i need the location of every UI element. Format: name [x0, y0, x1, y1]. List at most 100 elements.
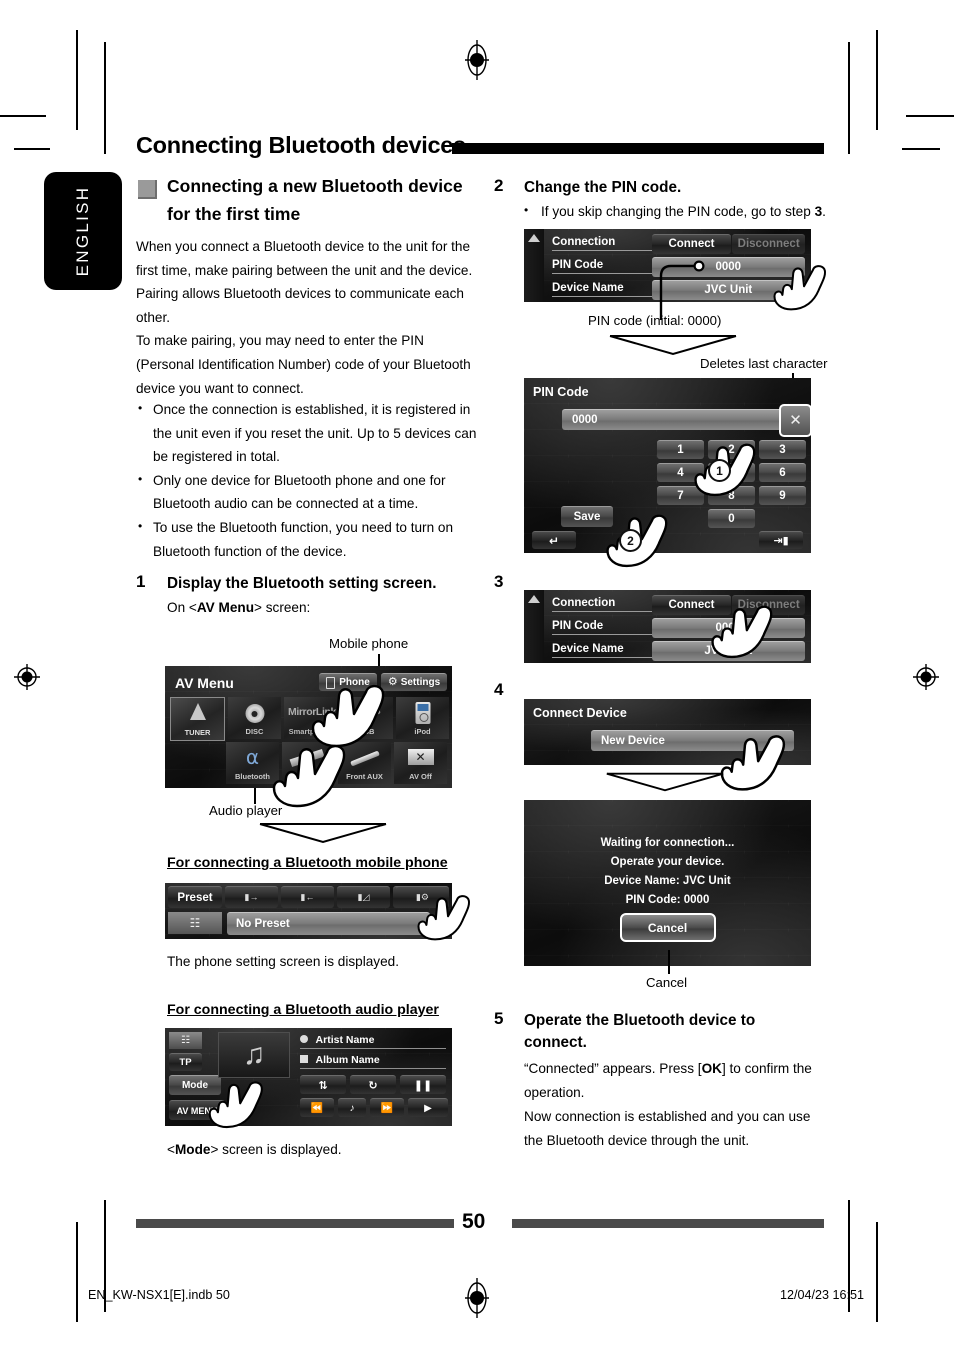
av-menu-row-2: ⍺ Bluetooth AV-IN Front AUX ✕ AV Off	[170, 742, 447, 784]
tp-button[interactable]: TP	[169, 1053, 202, 1071]
flow-arrow	[605, 771, 725, 798]
phone-missed-icon[interactable]: ▮◿	[337, 886, 390, 908]
connect-button[interactable]: Connect	[651, 594, 732, 615]
aux-plug-icon	[350, 750, 380, 767]
device-name-value-button[interactable]: JVC Unit	[651, 640, 805, 661]
cancel-label: Cancel	[647, 920, 688, 935]
step-1-subtext-pre: On <	[167, 600, 197, 615]
step-5-body-pre: “Connected” appears. Press [	[524, 1061, 702, 1076]
album-art: ♫	[218, 1032, 290, 1078]
waiting-line-4: PIN Code: 0000	[625, 894, 710, 906]
connect-button[interactable]: Connect	[651, 233, 732, 254]
key-1[interactable]: 1	[657, 440, 704, 459]
source-av-off-label: AV Off	[409, 772, 432, 781]
step-5-body2: Now connection is established and you ca…	[524, 1109, 811, 1148]
av-menu-settings-button[interactable]: ⚙ Settings	[381, 673, 447, 691]
callout-audio-player: Audio player	[209, 803, 283, 818]
source-front-aux-label: Front AUX	[346, 772, 383, 781]
av-menu-button[interactable]: AV MENU	[169, 1100, 225, 1120]
clear-cross-icon[interactable]: ✕	[779, 404, 811, 437]
scroll-column[interactable]	[524, 229, 544, 302]
step-2-heading: Change the PIN code.	[524, 179, 682, 196]
phone-out-icon[interactable]: ▮→	[225, 886, 278, 908]
exit-icon[interactable]: ⇥▮	[759, 531, 803, 549]
footer-rule-left	[136, 1219, 454, 1228]
source-disc[interactable]: DISC	[228, 697, 281, 739]
pin-code-value-button[interactable]: 0000	[651, 617, 805, 638]
disconnect-button: Disconnect	[732, 594, 806, 615]
section-heading: Connecting a new Bluetooth device for th…	[167, 172, 477, 228]
subheading-mobile-phone: For connecting a Bluetooth mobile phone	[167, 855, 448, 871]
preset-button[interactable]: Preset	[168, 886, 222, 908]
return-arrow-icon[interactable]: ↵	[532, 531, 576, 549]
play-icon[interactable]: ▶	[408, 1098, 448, 1117]
note-icon[interactable]: ♪	[338, 1098, 366, 1117]
key-0[interactable]: 0	[708, 509, 755, 528]
key-9[interactable]: 9	[759, 486, 806, 505]
pin-input-field[interactable]: 0000	[562, 409, 782, 430]
artist-row: Artist Name	[300, 1034, 446, 1049]
no-preset-field[interactable]: No Preset	[227, 912, 430, 935]
new-device-button[interactable]: New Device	[591, 730, 794, 751]
source-smartphone[interactable]: MirrorLink Smartphone	[284, 697, 337, 739]
device-name-value: JVC Unit	[704, 645, 753, 657]
connect-label: Connect	[668, 599, 715, 611]
key-3[interactable]: 3	[759, 440, 806, 459]
source-bluetooth[interactable]: ⍺ Bluetooth	[226, 742, 279, 784]
waiting-for-connection-screen: Waiting for connection... Operate your d…	[524, 800, 811, 966]
print-file-id: EN_KW-NSX1[E].indb 50	[88, 1288, 230, 1302]
keypad-icon[interactable]: ☷	[169, 1032, 202, 1049]
step-2-note-post: .	[822, 204, 826, 219]
step-1-subtext-bold: AV Menu	[196, 600, 255, 615]
row-device-name-label: Device Name	[552, 643, 652, 658]
key-4[interactable]: 4	[657, 463, 704, 482]
keypad-icon[interactable]: ☷	[168, 912, 222, 934]
source-front-aux[interactable]: Front AUX	[338, 742, 391, 784]
cancel-button[interactable]: Cancel	[619, 913, 716, 942]
step-number-3: 3	[494, 572, 504, 591]
manual-page: ENGLISH Connecting Bluetooth devices Con…	[0, 0, 954, 1354]
av-menu-phone-button[interactable]: Phone	[319, 673, 377, 691]
title-rule	[452, 143, 824, 154]
scroll-up-icon[interactable]	[528, 595, 540, 603]
pin-screen-title: PIN Code	[533, 385, 589, 399]
section-heading-line1: Connecting a new Bluetooth device	[167, 176, 463, 196]
pin-code-value: 0000	[715, 622, 742, 634]
source-av-off[interactable]: ✕ AV Off	[394, 742, 447, 784]
source-ipod[interactable]: iPod	[396, 697, 449, 739]
pause-icon[interactable]: ❚❚	[400, 1075, 446, 1094]
av-menu-title: AV Menu	[175, 675, 234, 691]
phone-settings-icon[interactable]: ▮⚙	[396, 886, 449, 908]
shuffle-icon[interactable]: ⇅	[300, 1075, 346, 1094]
key-6[interactable]: 6	[759, 463, 806, 482]
source-tuner[interactable]: TUNER	[170, 697, 225, 741]
previous-icon[interactable]: ⏪	[300, 1098, 334, 1117]
page-number: 50	[462, 1210, 486, 1233]
key-8[interactable]: 8	[708, 486, 755, 505]
av-menu-settings-label: Settings	[400, 677, 441, 688]
av-menu-row-1: TUNER DISC MirrorLink Smartphone USB iPo…	[170, 697, 449, 741]
source-disc-label: DISC	[245, 727, 264, 736]
step-2-note: • If you skip changing the PIN code, go …	[524, 200, 836, 224]
save-button[interactable]: Save	[561, 506, 613, 527]
step-number-5: 5	[494, 1009, 504, 1028]
step-1-subtext: On <AV Menu> screen:	[167, 596, 477, 620]
next-icon[interactable]: ⏩	[370, 1098, 404, 1117]
language-tab-label: ENGLISH	[73, 185, 92, 277]
footer-rule-right	[512, 1219, 824, 1228]
scroll-column[interactable]	[524, 590, 544, 663]
connection-screen-step3: Connection Connect Disconnect PIN Code 0…	[524, 590, 811, 663]
row-pin-label: PIN Code	[552, 259, 652, 274]
mode-button[interactable]: Mode	[169, 1075, 221, 1095]
phone-in-icon[interactable]: ▮←	[281, 886, 334, 908]
key-7[interactable]: 7	[657, 486, 704, 505]
subheading-audio-player: For connecting a Bluetooth audio player	[167, 1002, 439, 1018]
source-av-in[interactable]: AV-IN	[282, 742, 335, 784]
row-connection-label: Connection	[552, 236, 652, 251]
registration-mark-bottom	[463, 1278, 491, 1318]
key-2[interactable]: 2	[708, 440, 755, 459]
scroll-up-icon[interactable]	[528, 234, 540, 242]
source-usb[interactable]: USB	[340, 697, 393, 739]
flow-arrow	[258, 822, 388, 849]
repeat-icon[interactable]: ↻	[350, 1075, 396, 1094]
